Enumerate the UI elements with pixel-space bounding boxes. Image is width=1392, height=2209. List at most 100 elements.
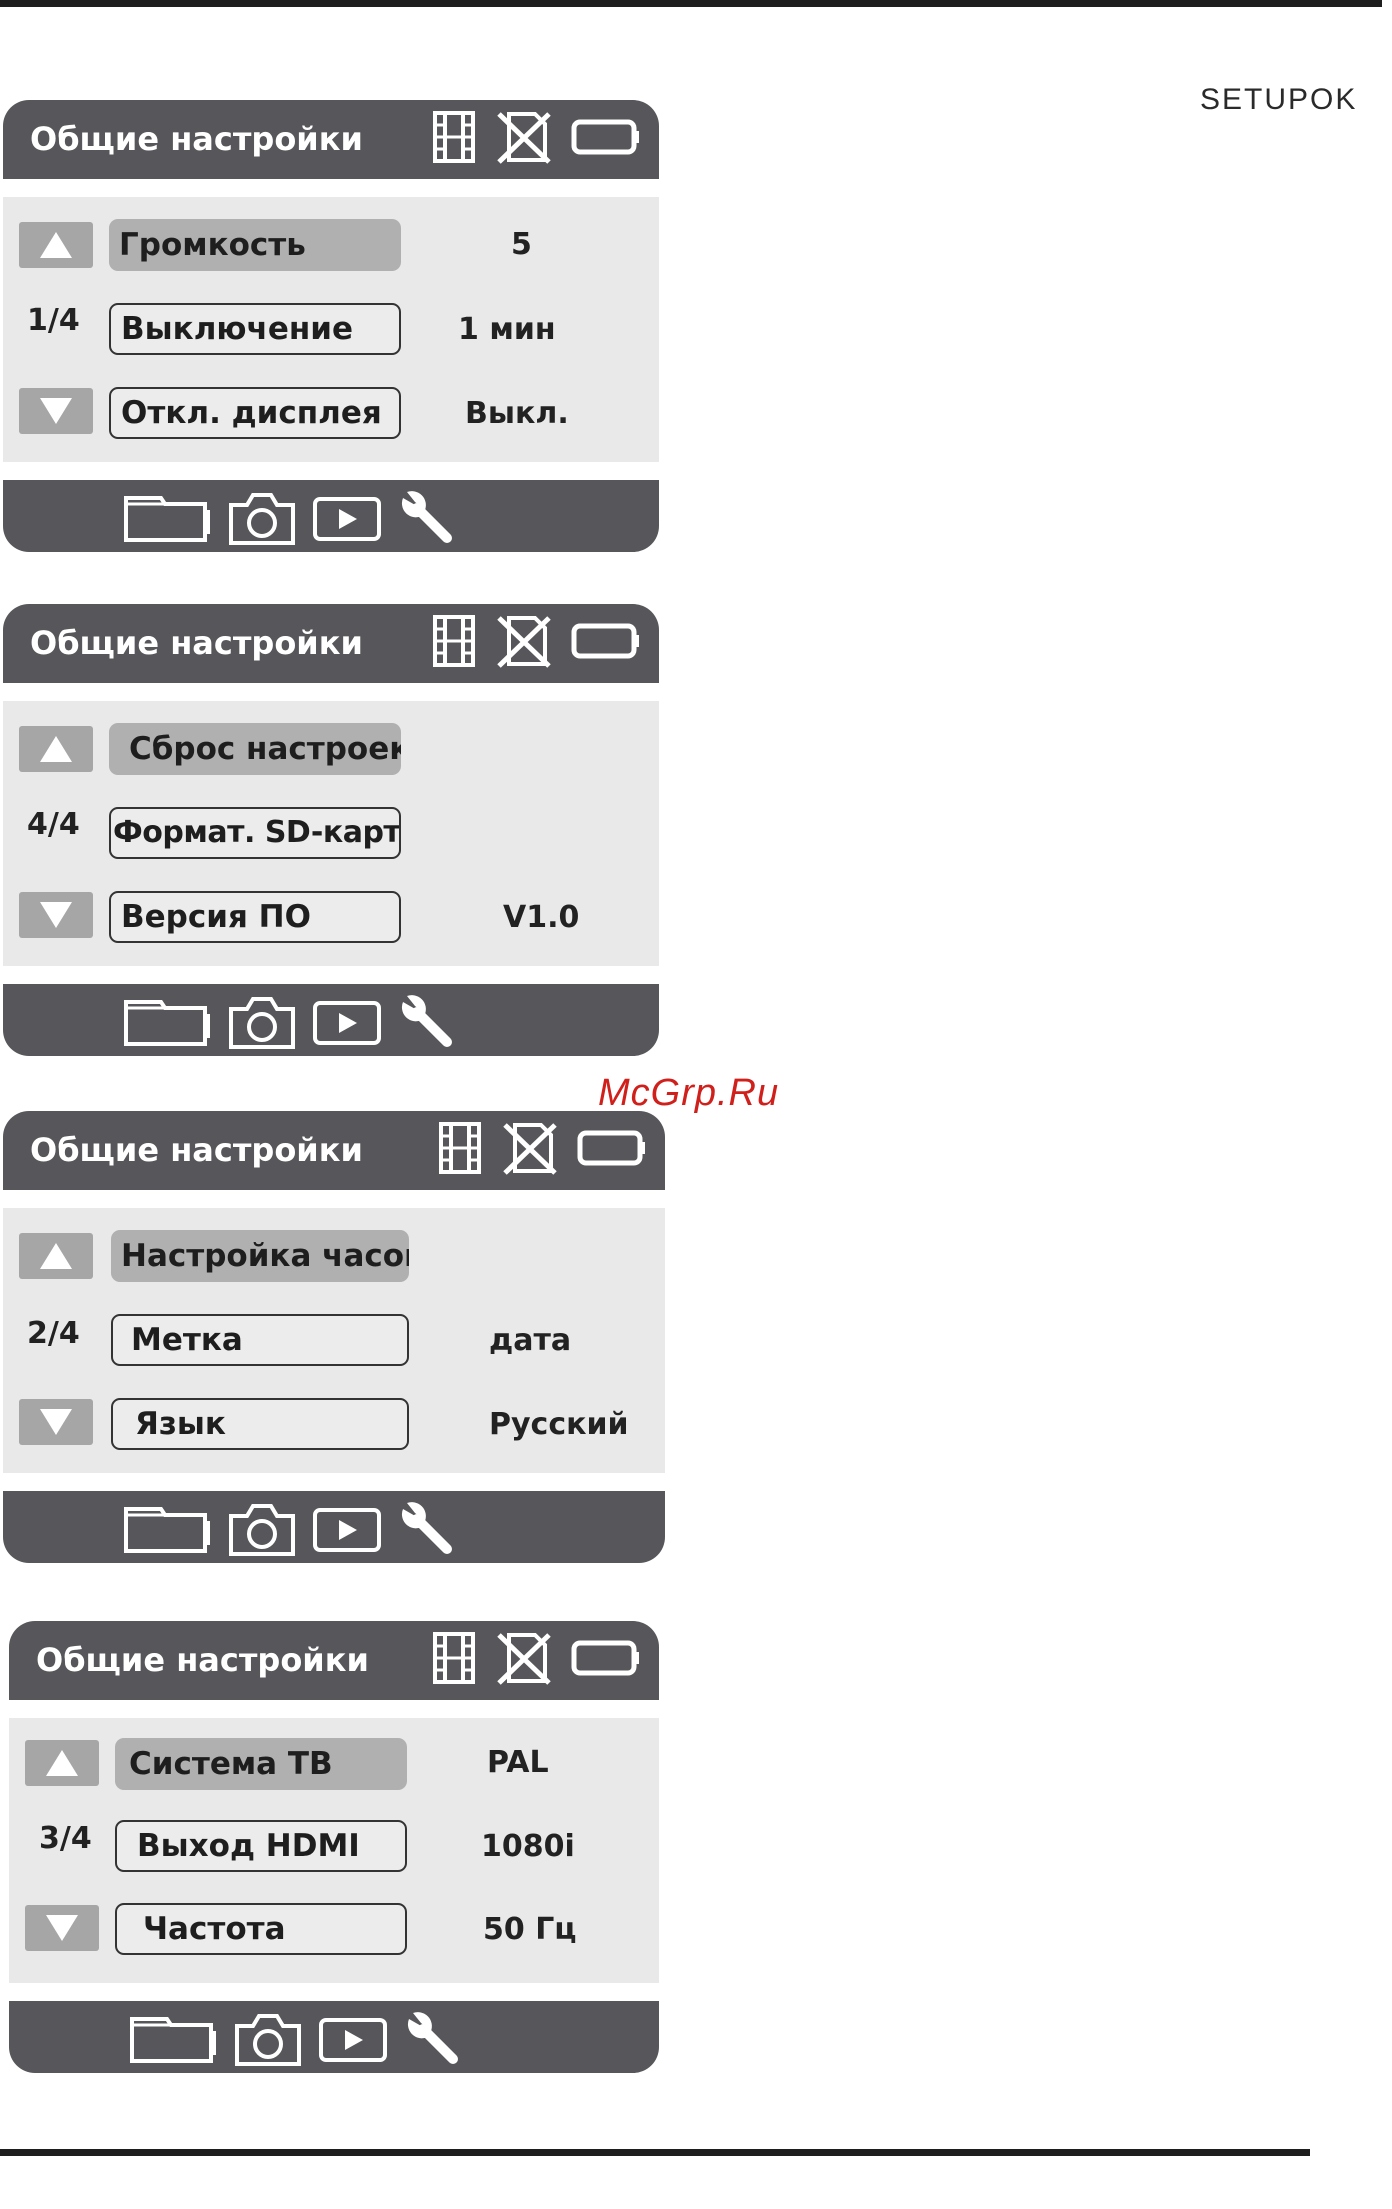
scroll-up-button[interactable]: [25, 1740, 99, 1786]
menu-item-volume[interactable]: Громкость: [109, 219, 401, 271]
menu-value-hdmi-output: 1080i: [481, 1829, 575, 1864]
menu-value-display-off: Выкл.: [465, 396, 569, 431]
header-icons: [431, 108, 641, 166]
panel-header: Общие настройки: [9, 1621, 659, 1700]
playback-icon[interactable]: [311, 493, 383, 543]
menu-item-format-sd[interactable]: Формат. SD-карту: [109, 807, 401, 859]
panel-header: Общие настройки: [3, 604, 659, 683]
header-icons: [431, 1629, 641, 1687]
settings-panel-1: Общие настройки 1/4 Громкость 5 Выключен…: [3, 100, 659, 552]
arrow-up-icon: [46, 1750, 78, 1776]
arrow-up-icon: [40, 736, 72, 762]
film-strip-icon: [431, 613, 477, 669]
video-mode-icon[interactable]: [127, 2011, 219, 2067]
menu-item-hdmi-output[interactable]: Выход HDMI: [115, 1820, 407, 1872]
memory-card-off-icon: [495, 108, 553, 166]
scroll-down-button[interactable]: [19, 892, 93, 938]
menu-item-reset-settings[interactable]: Сброс настроек: [109, 723, 401, 775]
mode-tabs: [121, 1499, 457, 1559]
panel-footer: [9, 2001, 659, 2073]
scroll-down-button[interactable]: [25, 1905, 99, 1951]
panel-body: 4/4 Сброс настроек Формат. SD-карту Верс…: [3, 701, 659, 966]
panel-title: Общие настройки: [30, 624, 363, 662]
memory-card-off-icon: [495, 1629, 553, 1687]
film-strip-icon: [431, 1630, 477, 1686]
camera-icon[interactable]: [227, 1500, 297, 1558]
mode-tabs: [121, 992, 457, 1052]
mode-tabs: [121, 488, 457, 548]
panel-footer: [3, 984, 659, 1056]
menu-value-firmware-version: V1.0: [503, 900, 580, 935]
battery-icon: [571, 621, 641, 661]
camera-icon[interactable]: [233, 2010, 303, 2068]
header-icons: [431, 612, 641, 670]
bottom-rule: [0, 2149, 1310, 2156]
page-indicator: 3/4: [39, 1821, 92, 1856]
panel-body: 2/4 Настройка часов Метка дата Язык Русс…: [3, 1208, 665, 1473]
panel-title: Общие настройки: [30, 120, 363, 158]
scroll-down-button[interactable]: [19, 1399, 93, 1445]
panel-header: Общие настройки: [3, 100, 659, 179]
page-indicator: 1/4: [27, 303, 80, 338]
settings-panel-3: Общие настройки 2/4 Настройка часов Метк…: [3, 1111, 665, 1563]
memory-card-off-icon: [501, 1119, 559, 1177]
brand-label: SETUPOK: [1200, 83, 1358, 116]
menu-item-display-off[interactable]: Откл. дисплея: [109, 387, 401, 439]
menu-value-language: Русский: [489, 1407, 629, 1442]
panel-title: Общие настройки: [30, 1131, 363, 1169]
menu-value-frequency: 50 Гц: [483, 1912, 577, 1947]
panel-title: Общие настройки: [36, 1641, 369, 1679]
header-icons: [437, 1119, 647, 1177]
camera-icon[interactable]: [227, 489, 297, 547]
menu-item-stamp[interactable]: Метка: [111, 1314, 409, 1366]
scroll-up-button[interactable]: [19, 1233, 93, 1279]
menu-item-tv-system[interactable]: Система ТВ: [115, 1738, 407, 1790]
video-mode-icon[interactable]: [121, 994, 213, 1050]
menu-item-clock-setup[interactable]: Настройка часов: [111, 1230, 409, 1282]
panel-body: 1/4 Громкость 5 Выключение 1 мин Откл. д…: [3, 197, 659, 462]
panel-footer: [3, 1491, 665, 1563]
arrow-down-icon: [46, 1915, 78, 1941]
battery-icon: [577, 1128, 647, 1168]
film-strip-icon: [437, 1120, 483, 1176]
playback-icon[interactable]: [317, 2014, 389, 2064]
wrench-icon[interactable]: [397, 488, 457, 548]
scroll-up-button[interactable]: [19, 726, 93, 772]
page-indicator: 2/4: [27, 1316, 80, 1351]
arrow-up-icon: [40, 232, 72, 258]
page-indicator: 4/4: [27, 807, 80, 842]
battery-icon: [571, 1638, 641, 1678]
menu-item-firmware-version[interactable]: Версия ПО: [109, 891, 401, 943]
arrow-down-icon: [40, 1409, 72, 1435]
video-mode-icon[interactable]: [121, 490, 213, 546]
arrow-down-icon: [40, 398, 72, 424]
arrow-down-icon: [40, 902, 72, 928]
settings-panel-2: Общие настройки 4/4 Сброс настроек Форма…: [3, 604, 659, 1056]
settings-panel-4: Общие настройки 3/4 Система ТВ PAL Выход…: [9, 1621, 659, 2073]
panel-footer: [3, 480, 659, 552]
menu-value-auto-off: 1 мин: [458, 312, 556, 347]
battery-icon: [571, 117, 641, 157]
menu-item-frequency[interactable]: Частота: [115, 1903, 407, 1955]
panel-body: 3/4 Система ТВ PAL Выход HDMI 1080i Част…: [9, 1718, 659, 1983]
panel-header: Общие настройки: [3, 1111, 665, 1190]
wrench-icon[interactable]: [397, 1499, 457, 1559]
playback-icon[interactable]: [311, 997, 383, 1047]
top-rule: [0, 0, 1382, 7]
menu-value-tv-system: PAL: [487, 1745, 549, 1780]
memory-card-off-icon: [495, 612, 553, 670]
menu-value-stamp: дата: [489, 1323, 572, 1358]
menu-item-language[interactable]: Язык: [111, 1398, 409, 1450]
video-mode-icon[interactable]: [121, 1501, 213, 1557]
scroll-down-button[interactable]: [19, 388, 93, 434]
camera-icon[interactable]: [227, 993, 297, 1051]
wrench-icon[interactable]: [403, 2009, 463, 2069]
arrow-up-icon: [40, 1243, 72, 1269]
playback-icon[interactable]: [311, 1504, 383, 1554]
menu-item-auto-off[interactable]: Выключение: [109, 303, 401, 355]
wrench-icon[interactable]: [397, 992, 457, 1052]
film-strip-icon: [431, 109, 477, 165]
mode-tabs: [127, 2009, 463, 2069]
scroll-up-button[interactable]: [19, 222, 93, 268]
menu-value-volume: 5: [511, 227, 532, 262]
